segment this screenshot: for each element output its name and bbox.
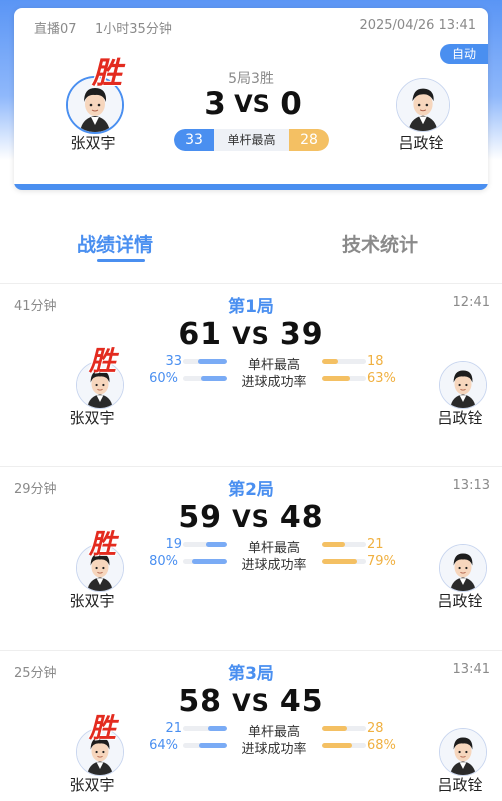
game-player-right-portrait-icon — [440, 729, 486, 775]
stat-right-bar — [322, 542, 366, 547]
stat-left-bar-fill — [192, 559, 227, 564]
game-score-left: 58 — [178, 684, 223, 719]
stat-left-value: 80% — [149, 554, 178, 569]
game-score-right: 45 — [279, 684, 324, 719]
stat-left-value: 60% — [149, 371, 178, 386]
stat-label: 进球成功率 — [241, 742, 307, 757]
section-divider — [0, 466, 502, 467]
active-tab-indicator — [97, 259, 145, 262]
match-vs: VS — [234, 90, 270, 118]
match-datetime: 2025/04/26 13:41 — [359, 18, 476, 33]
stat-right-bar-fill — [322, 542, 345, 547]
game-score: 61 VS 39 — [0, 317, 502, 352]
stat-left-bar — [183, 542, 227, 547]
stat-right-bar — [322, 743, 366, 748]
game-player-right-avatar[interactable] — [439, 361, 487, 409]
game-time: 13:41 — [452, 662, 490, 677]
stat-right-bar — [322, 559, 366, 564]
section-divider — [0, 650, 502, 651]
game-score-left: 59 — [178, 500, 223, 535]
game-player-left-name: 张双宇 — [69, 776, 115, 794]
game-score-left: 61 — [178, 317, 223, 352]
stat-left-bar-fill — [206, 542, 227, 547]
match-format: 5局3胜 — [228, 71, 274, 87]
stat-left-value: 33 — [165, 354, 182, 369]
game-player-right-name: 吕政铨 — [437, 409, 483, 427]
player-right-name: 吕政铨 — [398, 134, 444, 152]
game-winner-mark: 胜 — [89, 529, 116, 560]
stat-right-bar — [322, 726, 366, 731]
stat-label: 进球成功率 — [241, 558, 307, 573]
stat-left-bar — [183, 559, 227, 564]
game-player-left-name: 张双宇 — [69, 592, 115, 610]
card-accent-bar — [14, 184, 488, 190]
auto-badge[interactable]: 自动 — [440, 44, 488, 64]
high-break-left: 33 — [174, 129, 214, 151]
game-winner-mark: 胜 — [89, 346, 116, 377]
stat-right-bar — [322, 376, 366, 381]
stat-left-bar — [183, 359, 227, 364]
game-player-right-name: 吕政铨 — [437, 592, 483, 610]
high-break-compare: 33 单杆最高 28 — [174, 129, 329, 151]
tab-tech-stats[interactable]: 技术统计 — [342, 230, 418, 257]
match-score-left: 3 — [204, 86, 226, 122]
match-summary-card: 直播07 1小时35分钟 2025/04/26 13:41 自动 胜 张双宇 吕… — [14, 8, 488, 190]
high-break-label: 单杆最高 — [227, 133, 276, 147]
game-time: 12:41 — [452, 295, 490, 310]
stat-left-bar-fill — [208, 726, 227, 731]
stream-label: 直播07 — [34, 22, 77, 37]
game-score: 58 VS 45 — [0, 684, 502, 719]
game-title[interactable]: 第2局 — [0, 475, 502, 500]
stat-label: 进球成功率 — [241, 375, 307, 390]
stat-right-value: 21 — [367, 537, 384, 552]
stat-left-bar — [183, 743, 227, 748]
game-vs: VS — [232, 505, 270, 533]
match-score-right: 0 — [280, 86, 302, 122]
stat-left-bar-fill — [198, 359, 227, 364]
section-divider — [0, 283, 502, 284]
game-vs: VS — [232, 322, 270, 350]
stat-right-value: 63% — [367, 371, 396, 386]
stat-right-bar-fill — [322, 359, 338, 364]
stat-left-bar — [183, 376, 227, 381]
stat-right-bar-fill — [322, 559, 357, 564]
stat-left-value: 19 — [165, 537, 182, 552]
game-player-right-portrait-icon — [440, 545, 486, 591]
stat-right-bar-fill — [322, 726, 347, 731]
stat-left-value: 21 — [165, 721, 182, 736]
game-player-right-portrait-icon — [440, 362, 486, 408]
stat-right-bar-fill — [322, 743, 352, 748]
stat-left-bar-fill — [199, 743, 227, 748]
game-title[interactable]: 第1局 — [0, 292, 502, 317]
stat-right-bar — [322, 359, 366, 364]
game-winner-mark: 胜 — [89, 713, 116, 744]
stat-right-value: 68% — [367, 738, 396, 753]
game-player-right-name: 吕政铨 — [437, 776, 483, 794]
tab-match-details[interactable]: 战绩详情 — [77, 230, 153, 257]
game-vs: VS — [232, 689, 270, 717]
stat-left-bar — [183, 726, 227, 731]
player-left-name: 张双宇 — [70, 134, 116, 152]
high-break-right: 28 — [289, 129, 329, 151]
game-player-right-avatar[interactable] — [439, 728, 487, 776]
game-score-right: 48 — [279, 500, 324, 535]
stat-right-value: 28 — [367, 721, 384, 736]
stat-left-value: 64% — [149, 738, 178, 753]
game-title[interactable]: 第3局 — [0, 659, 502, 684]
game-time: 13:13 — [452, 478, 490, 493]
game-score: 59 VS 48 — [0, 500, 502, 535]
match-duration: 1小时35分钟 — [95, 22, 172, 37]
stat-left-bar-fill — [201, 376, 227, 381]
game-player-left-name: 张双宇 — [69, 409, 115, 427]
stat-right-value: 18 — [367, 354, 384, 369]
game-player-right-avatar[interactable] — [439, 544, 487, 592]
stat-right-value: 79% — [367, 554, 396, 569]
game-score-right: 39 — [279, 317, 324, 352]
stat-right-bar-fill — [322, 376, 350, 381]
